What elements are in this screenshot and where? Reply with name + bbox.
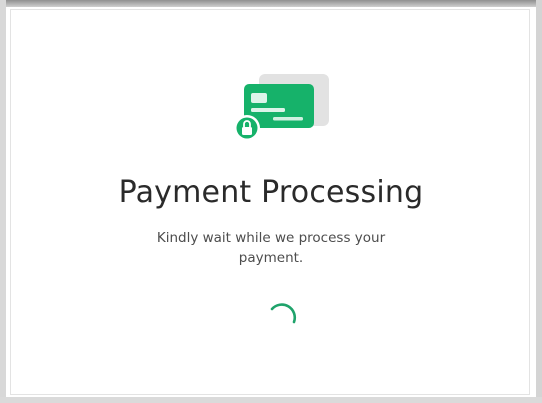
page-title: Payment Processing	[118, 175, 424, 210]
window-bottom-edge	[0, 397, 542, 403]
loading-spinner-icon	[263, 300, 299, 336]
window-top-edge	[0, 0, 542, 7]
status-message: Kindly wait while we process your paymen…	[156, 230, 386, 266]
credit-card-lock-icon	[233, 72, 333, 144]
